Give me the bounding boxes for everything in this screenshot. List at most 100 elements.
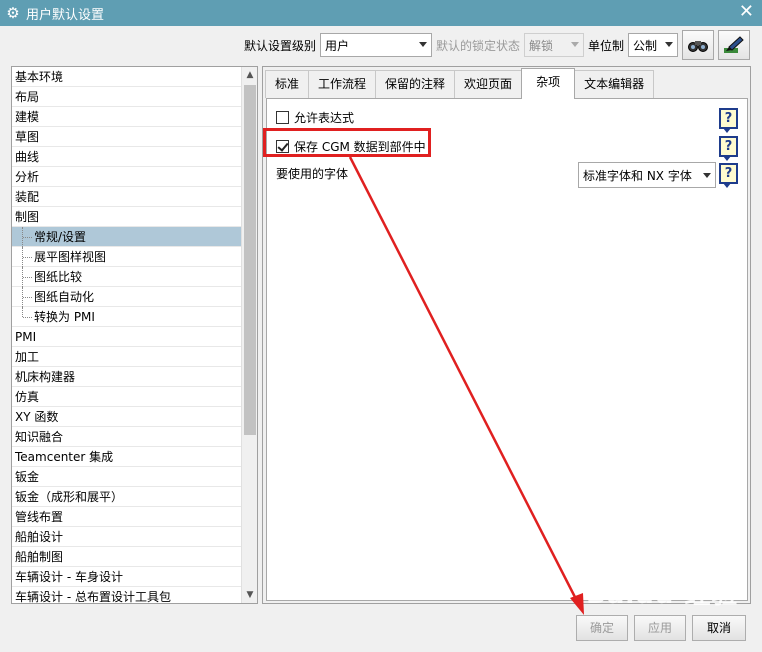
chevron-down-icon	[570, 42, 579, 47]
tree-item-label: 展平图样视图	[34, 250, 107, 264]
watermark: Baidu 经验	[586, 580, 739, 610]
tree-item-label: 常规/设置	[34, 230, 87, 244]
font-label: 要使用的字体	[276, 167, 349, 181]
toolbar: 默认设置级别 用户 默认的锁定状态 解锁 单位制 公制	[243, 30, 750, 60]
tree-item-label: 加工	[15, 350, 40, 364]
tree-item[interactable]: 装配	[12, 187, 242, 207]
tree-item[interactable]: 知识融合	[12, 427, 242, 447]
tree-item-label: 船舶制图	[15, 550, 64, 564]
tree-item-label: 车辆设计 - 车身设计	[15, 570, 123, 584]
binoculars-icon	[688, 41, 708, 52]
tree-item[interactable]: 机床构建器	[12, 367, 242, 387]
tab-workflow[interactable]: 工作流程	[308, 70, 377, 98]
tree-item[interactable]: 图纸比较	[12, 267, 242, 287]
unit-label: 单位制	[587, 38, 624, 53]
tab-text-editor[interactable]: 文本编辑器	[574, 70, 655, 98]
scrollbar-thumb[interactable]	[244, 85, 256, 435]
tree-item-label: 图纸自动化	[34, 290, 95, 304]
help-icon[interactable]: ?	[719, 163, 738, 188]
scroll-down-icon[interactable]: ▼	[242, 587, 257, 603]
tree-item-label: 钣金（成形和展平）	[15, 490, 124, 504]
tree-item[interactable]: 车辆设计 - 总布置设计工具包	[12, 587, 242, 603]
tree-item[interactable]: 草图	[12, 127, 242, 147]
font-select[interactable]: 标准字体和 NX 字体	[578, 162, 716, 188]
tree-item[interactable]: 基本环境	[12, 67, 242, 87]
tree-item-label: 基本环境	[15, 70, 64, 84]
tree-item[interactable]: 分析	[12, 167, 242, 187]
highlight-box	[263, 128, 431, 157]
tree-item[interactable]: 建模	[12, 107, 242, 127]
tree-item[interactable]: 车辆设计 - 车身设计	[12, 567, 242, 587]
gear-icon: ⚙	[6, 4, 20, 22]
tree-item[interactable]: PMI	[12, 327, 242, 347]
tab-miscellaneous[interactable]: 杂项	[521, 68, 576, 99]
level-label: 默认设置级别	[243, 38, 316, 53]
tree-item[interactable]: 船舶设计	[12, 527, 242, 547]
chevron-down-icon	[703, 173, 711, 178]
tree-item[interactable]: 曲线	[12, 147, 242, 167]
help-icon[interactable]: ?	[719, 108, 738, 133]
tree-item-label: 建模	[15, 110, 40, 124]
allow-expressions-label: 允许表达式	[294, 111, 355, 125]
misc-tab-page: 允许表达式 ? 保存 CGM 数据到部件中 ? 要使用的字体 标准字体和 NX …	[266, 98, 748, 601]
tree-item-label: 钣金	[15, 470, 40, 484]
font-value: 标准字体和 NX 字体	[583, 168, 692, 183]
ok-button[interactable]: 确定	[576, 615, 628, 641]
cancel-button[interactable]: 取消	[692, 615, 746, 641]
tree-item-label: PMI	[15, 330, 37, 344]
tree-item-label: 船舶设计	[15, 530, 64, 544]
scroll-up-icon[interactable]: ▲	[242, 67, 257, 83]
tree-item-label: 知识融合	[15, 430, 64, 444]
tree-item[interactable]: 布局	[12, 87, 242, 107]
tree-item[interactable]: 仿真	[12, 387, 242, 407]
tree-item-label: 管线布置	[15, 510, 64, 524]
tab-retained-annotations[interactable]: 保留的注释	[375, 70, 456, 98]
tree-item-label: Teamcenter 集成	[15, 450, 114, 464]
tree-item-label: 装配	[15, 190, 40, 204]
tree-scrollbar[interactable]: ▲ ▼	[241, 67, 257, 603]
tree-item-label: XY 函数	[15, 410, 59, 424]
manage-defaults-button[interactable]	[718, 30, 750, 60]
lock-select: 解锁	[523, 33, 584, 57]
apply-button[interactable]: 应用	[634, 615, 686, 641]
tree-item[interactable]: 图纸自动化	[12, 287, 242, 307]
tree-item-label: 草图	[15, 130, 40, 144]
tab-strip: 标准 工作流程 保留的注释 欢迎页面 杂项 文本编辑器	[265, 68, 655, 99]
tree-item[interactable]: XY 函数	[12, 407, 242, 427]
lock-value: 解锁	[528, 38, 553, 53]
allow-expressions-option[interactable]: 允许表达式	[276, 109, 354, 126]
help-icon[interactable]: ?	[719, 136, 738, 161]
tree-item-label: 图纸比较	[34, 270, 83, 284]
tree-item-label: 布局	[15, 90, 40, 104]
tree-item-general-settings[interactable]: 常规/设置	[12, 227, 242, 247]
tree-item-label: 仿真	[15, 390, 40, 404]
find-defaults-button[interactable]	[682, 30, 714, 60]
tree-item[interactable]: 转换为 PMI	[12, 307, 242, 327]
unit-value: 公制	[633, 38, 658, 53]
edit-tool-icon	[724, 36, 744, 53]
close-icon[interactable]: ✕	[739, 2, 754, 22]
tree-item-label: 转换为 PMI	[34, 310, 95, 324]
tree-item-label: 制图	[15, 210, 40, 224]
allow-expressions-checkbox[interactable]	[276, 111, 289, 124]
lock-label: 默认的锁定状态	[435, 38, 520, 53]
level-value: 用户	[324, 38, 349, 53]
tree-item[interactable]: 展平图样视图	[12, 247, 242, 267]
chevron-down-icon	[665, 42, 673, 47]
category-tree: 基本环境 布局 建模 草图 曲线 分析 装配 制图 常规/设置 展平图样视图 图…	[11, 66, 258, 604]
tree-item[interactable]: 管线布置	[12, 507, 242, 527]
tree-item-label: 机床构建器	[15, 370, 76, 384]
window-title: 用户默认设置	[26, 7, 105, 23]
tree-item[interactable]: 船舶制图	[12, 547, 242, 567]
unit-select[interactable]: 公制	[628, 33, 678, 57]
tree-item-label: 分析	[15, 170, 40, 184]
tree-item[interactable]: 钣金	[12, 467, 242, 487]
chevron-down-icon	[418, 42, 427, 47]
tree-item[interactable]: 钣金（成形和展平）	[12, 487, 242, 507]
tree-item[interactable]: Teamcenter 集成	[12, 447, 242, 467]
tree-item[interactable]: 加工	[12, 347, 242, 367]
tab-standard[interactable]: 标准	[265, 70, 310, 98]
tree-item-drafting[interactable]: 制图	[12, 207, 242, 227]
level-select[interactable]: 用户	[319, 33, 432, 57]
tab-welcome-page[interactable]: 欢迎页面	[454, 70, 523, 98]
